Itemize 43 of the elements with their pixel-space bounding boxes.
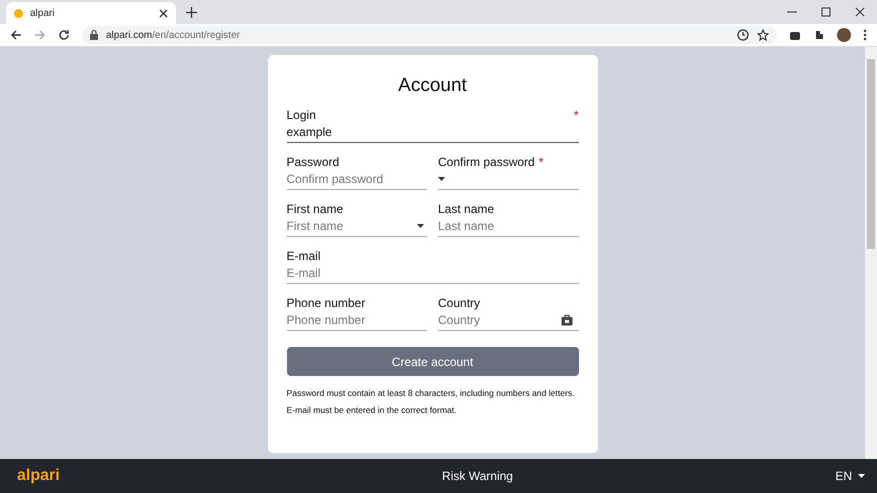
browser-tab[interactable]: alpari (6, 2, 176, 24)
reload-icon[interactable] (58, 29, 70, 41)
star-icon[interactable] (757, 29, 769, 41)
required-mark: * (538, 154, 544, 168)
input-field[interactable]: example (286, 122, 578, 143)
close-icon[interactable] (159, 8, 168, 18)
caret-icon[interactable] (858, 474, 865, 478)
close-icon[interactable] (855, 7, 865, 17)
hint-text: E-mail must be entered in the correct format. (286, 405, 458, 415)
field-label: Phone number (286, 296, 366, 310)
input-field[interactable]: First name (286, 216, 427, 237)
required-mark: * (574, 108, 578, 122)
lock-icon (90, 30, 98, 40)
menu-icon[interactable] (863, 29, 867, 41)
form-title: Account (397, 75, 468, 97)
field-label: Last name (438, 202, 494, 216)
field-label: Country (438, 296, 480, 310)
language-selector[interactable]: EN (835, 469, 865, 483)
caret-icon[interactable] (417, 224, 424, 228)
input-field[interactable]: Confirm password (286, 169, 427, 190)
field-label: Confirm password (438, 154, 535, 168)
new-tab-icon[interactable] (186, 7, 197, 18)
back-icon[interactable] (10, 29, 22, 41)
hint-text: Password must contain at least 8 characters, including numbers and letters. (286, 388, 576, 398)
scrollbar[interactable] (865, 47, 877, 459)
profile-avatar[interactable] (837, 28, 851, 42)
input-field[interactable]: Phone number (286, 310, 427, 331)
url-text: alpari.com/en/account/register (106, 30, 240, 40)
field-label: E-mail (286, 248, 321, 262)
field-label: Password (286, 154, 340, 168)
risk-warning-link[interactable]: Risk Warning (442, 469, 513, 483)
logo[interactable]: alpari (17, 467, 60, 485)
address-field[interactable]: alpari.com/en/account/register (82, 26, 777, 44)
field-label: Login (286, 108, 316, 122)
input-field[interactable]: Last name (438, 216, 578, 237)
caret-icon[interactable] (438, 177, 445, 181)
case-icon[interactable] (560, 314, 572, 326)
field-label: First name (286, 202, 344, 216)
site-icon (14, 8, 23, 18)
input-field[interactable]: Country (438, 310, 578, 331)
maximize-icon[interactable] (821, 7, 831, 17)
create-account-button[interactable]: Create account (286, 347, 578, 376)
input-field[interactable]: E-mail (286, 263, 578, 284)
